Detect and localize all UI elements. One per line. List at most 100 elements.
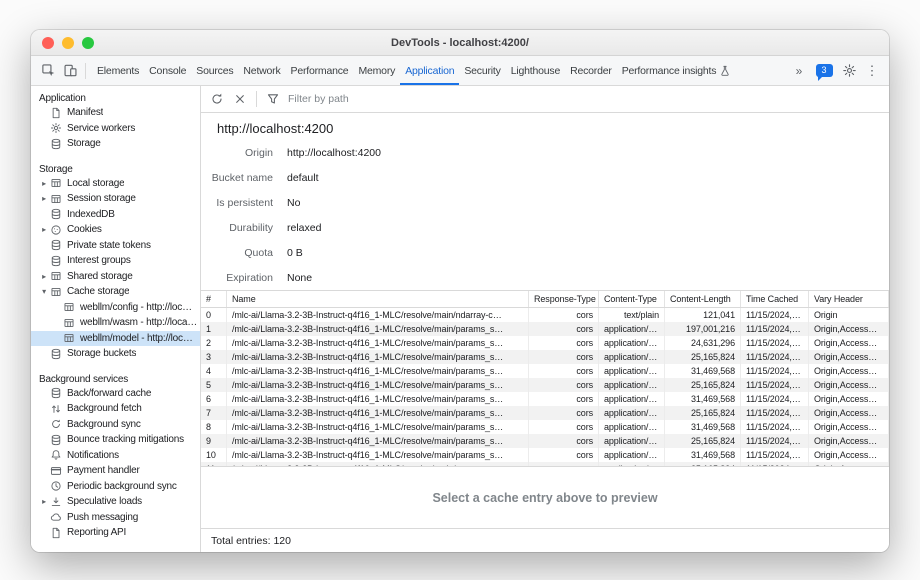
sidebar-item-manifest[interactable]: Manifest <box>31 105 200 121</box>
cache-entry-row[interactable]: 1/mlc-ai/Llama-3.2-3B-Instruct-q4f16_1-M… <box>201 322 889 336</box>
cache-entry-row[interactable]: 8/mlc-ai/Llama-3.2-3B-Instruct-q4f16_1-M… <box>201 420 889 434</box>
metadata-value: None <box>287 272 312 284</box>
sidebar-section-background-services: Background servicesBack/forward cacheBac… <box>31 371 200 541</box>
chevron-right-icon[interactable]: ▸ <box>39 272 49 281</box>
tab-sources[interactable]: Sources <box>191 56 238 85</box>
sidebar-item-bounce-tracking-mitigations[interactable]: Bounce tracking mitigations <box>31 432 200 448</box>
sidebar-item-background-fetch[interactable]: Background fetch <box>31 401 200 417</box>
database-icon <box>49 239 63 251</box>
sidebar-item-session-storage[interactable]: ▸Session storage <box>31 191 200 207</box>
inspect-icon[interactable] <box>37 60 59 82</box>
chevron-right-icon[interactable]: ▸ <box>39 194 49 203</box>
settings-gear-icon[interactable] <box>838 60 860 82</box>
column-header-num[interactable]: # <box>201 291 227 307</box>
cache-entry-row[interactable]: 6/mlc-ai/Llama-3.2-3B-Instruct-q4f16_1-M… <box>201 392 889 406</box>
sidebar-item-payment-handler[interactable]: Payment handler <box>31 463 200 479</box>
column-header-content-length[interactable]: Content-Length <box>665 291 741 307</box>
cache-entry-row[interactable]: 9/mlc-ai/Llama-3.2-3B-Instruct-q4f16_1-M… <box>201 434 889 448</box>
sidebar-item-storage[interactable]: Storage <box>31 136 200 152</box>
tab-security[interactable]: Security <box>459 56 505 85</box>
tab-lighthouse[interactable]: Lighthouse <box>506 56 565 85</box>
cache-entry-row[interactable]: 4/mlc-ai/Llama-3.2-3B-Instruct-q4f16_1-M… <box>201 364 889 378</box>
table-icon <box>49 177 63 189</box>
column-header-vary-header[interactable]: Vary Header <box>809 291 889 307</box>
issues-icon[interactable]: 3 <box>811 60 837 82</box>
table-icon <box>62 317 76 329</box>
more-tabs-button[interactable]: » <box>788 60 810 82</box>
cache-entry-row[interactable]: 2/mlc-ai/Llama-3.2-3B-Instruct-q4f16_1-M… <box>201 336 889 350</box>
chevron-right-icon[interactable]: ▸ <box>39 497 49 506</box>
sidebar-section-header-storage[interactable]: Storage <box>31 161 200 176</box>
tab-network[interactable]: Network <box>238 56 285 85</box>
column-header-content-type[interactable]: Content-Type <box>599 291 665 307</box>
minimize-window-button[interactable] <box>62 37 74 49</box>
tab-memory[interactable]: Memory <box>353 56 400 85</box>
chevron-right-icon[interactable]: ▸ <box>39 225 49 234</box>
sidebar-item-local-storage[interactable]: ▸Local storage <box>31 176 200 192</box>
refresh-icon[interactable] <box>206 88 228 110</box>
sidebar-item-label: Notifications <box>67 450 119 461</box>
cell-time-cached: 11/15/2024, 10… <box>741 322 809 336</box>
cache-entry-row[interactable]: 10/mlc-ai/Llama-3.2-3B-Instruct-q4f16_1-… <box>201 448 889 462</box>
tab-performance[interactable]: Performance <box>286 56 354 85</box>
filter-icon[interactable] <box>262 88 284 110</box>
sidebar-item-cache-storage[interactable]: ▾Cache storage <box>31 284 200 300</box>
cache-entry-row[interactable]: 3/mlc-ai/Llama-3.2-3B-Instruct-q4f16_1-M… <box>201 350 889 364</box>
sidebar-item-label: webllm/config - http://loc… <box>80 302 192 313</box>
sidebar-item-periodic-background-sync[interactable]: Periodic background sync <box>31 479 200 495</box>
chevron-down-icon[interactable]: ▾ <box>39 287 49 296</box>
cell-num: 9 <box>201 434 227 448</box>
sidebar-item-webllm-config-http-loc[interactable]: webllm/config - http://loc… <box>31 300 200 316</box>
cell-vary-header: Origin,Access… <box>809 448 889 462</box>
sidebar-item-private-state-tokens[interactable]: Private state tokens <box>31 238 200 254</box>
filter-by-path-input[interactable]: Filter by path <box>288 93 884 105</box>
cell-vary-header: Origin,Access… <box>809 322 889 336</box>
metadata-row-origin: Originhttp://localhost:4200 <box>201 140 889 165</box>
sidebar-section-header-background-services[interactable]: Background services <box>31 371 200 386</box>
tab-recorder[interactable]: Recorder <box>565 56 617 85</box>
tab-elements[interactable]: Elements <box>92 56 144 85</box>
cell-content-length: 31,469,568 <box>665 420 741 434</box>
cache-entries-table: #NameResponse-TypeContent-TypeContent-Le… <box>201 290 889 467</box>
tab-application[interactable]: Application <box>400 56 459 85</box>
sidebar-item-label: Periodic background sync <box>67 481 177 492</box>
sidebar-item-cookies[interactable]: ▸Cookies <box>31 222 200 238</box>
sidebar-item-webllm-wasm-http-loca[interactable]: webllm/wasm - http://loca… <box>31 315 200 331</box>
sidebar-item-indexeddb[interactable]: IndexedDB <box>31 207 200 223</box>
column-header-response-type[interactable]: Response-Type <box>529 291 599 307</box>
cell-num: 1 <box>201 322 227 336</box>
cell-num: 2 <box>201 336 227 350</box>
column-header-name[interactable]: Name <box>227 291 529 307</box>
sidebar-item-storage-buckets[interactable]: Storage buckets <box>31 346 200 362</box>
sidebar-item-back-forward-cache[interactable]: Back/forward cache <box>31 386 200 402</box>
sidebar-item-background-sync[interactable]: Background sync <box>31 417 200 433</box>
delete-entry-icon[interactable] <box>229 88 251 110</box>
sidebar-item-webllm-model-http-loc[interactable]: webllm/model - http://loc… <box>31 331 200 347</box>
metadata-label: Origin <box>201 147 273 159</box>
cache-entry-row[interactable]: 7/mlc-ai/Llama-3.2-3B-Instruct-q4f16_1-M… <box>201 406 889 420</box>
sidebar-item-push-messaging[interactable]: Push messaging <box>31 510 200 526</box>
tab-performance-insights[interactable]: Performance insights <box>617 56 737 85</box>
table-icon <box>49 193 63 205</box>
sidebar-item-label: Manifest <box>67 107 103 118</box>
sidebar-item-reporting-api[interactable]: Reporting API <box>31 525 200 541</box>
sidebar-item-interest-groups[interactable]: Interest groups <box>31 253 200 269</box>
chevron-right-icon[interactable]: ▸ <box>39 179 49 188</box>
close-window-button[interactable] <box>42 37 54 49</box>
more-options-icon[interactable]: ⋮ <box>861 60 883 82</box>
zoom-window-button[interactable] <box>82 37 94 49</box>
tabbar-right-controls: » 3 ⋮ <box>788 60 883 82</box>
column-header-time-cached[interactable]: Time Cached <box>741 291 809 307</box>
sidebar-item-notifications[interactable]: Notifications <box>31 448 200 464</box>
tab-label: Console <box>149 65 186 77</box>
sidebar-item-shared-storage[interactable]: ▸Shared storage <box>31 269 200 285</box>
cache-entry-row[interactable]: 5/mlc-ai/Llama-3.2-3B-Instruct-q4f16_1-M… <box>201 378 889 392</box>
tab-console[interactable]: Console <box>144 56 191 85</box>
sidebar-item-speculative-loads[interactable]: ▸Speculative loads <box>31 494 200 510</box>
cache-metadata: Originhttp://localhost:4200Bucket namede… <box>201 140 889 290</box>
sidebar-item-service-workers[interactable]: Service workers <box>31 121 200 137</box>
sidebar-section-header-application[interactable]: Application <box>31 90 200 105</box>
cache-entry-row[interactable]: 0/mlc-ai/Llama-3.2-3B-Instruct-q4f16_1-M… <box>201 308 889 322</box>
device-toolbar-icon[interactable] <box>59 60 81 82</box>
cell-response-type: cors <box>529 350 599 364</box>
